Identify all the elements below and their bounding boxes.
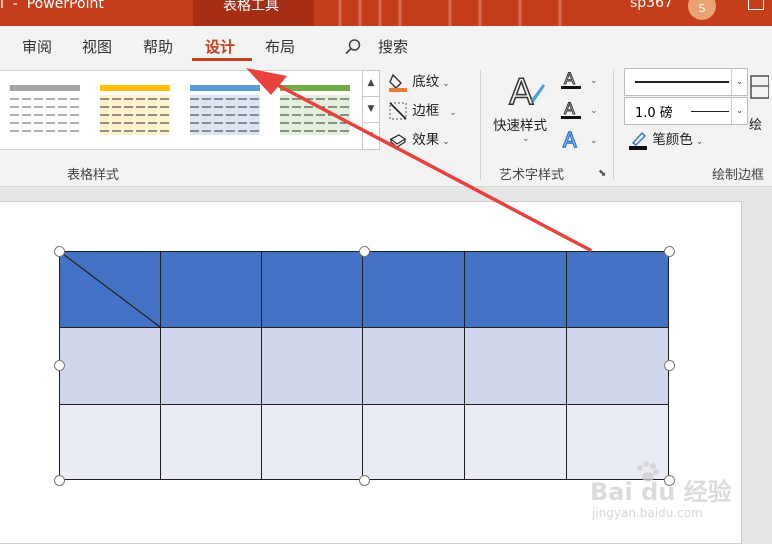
- watermark-text: Bai du 经验: [590, 478, 732, 506]
- watermark-url: jingyan.baidu.com: [592, 506, 703, 520]
- baidu-watermark: Bai du 经验 jingyan.baidu.com: [590, 460, 740, 530]
